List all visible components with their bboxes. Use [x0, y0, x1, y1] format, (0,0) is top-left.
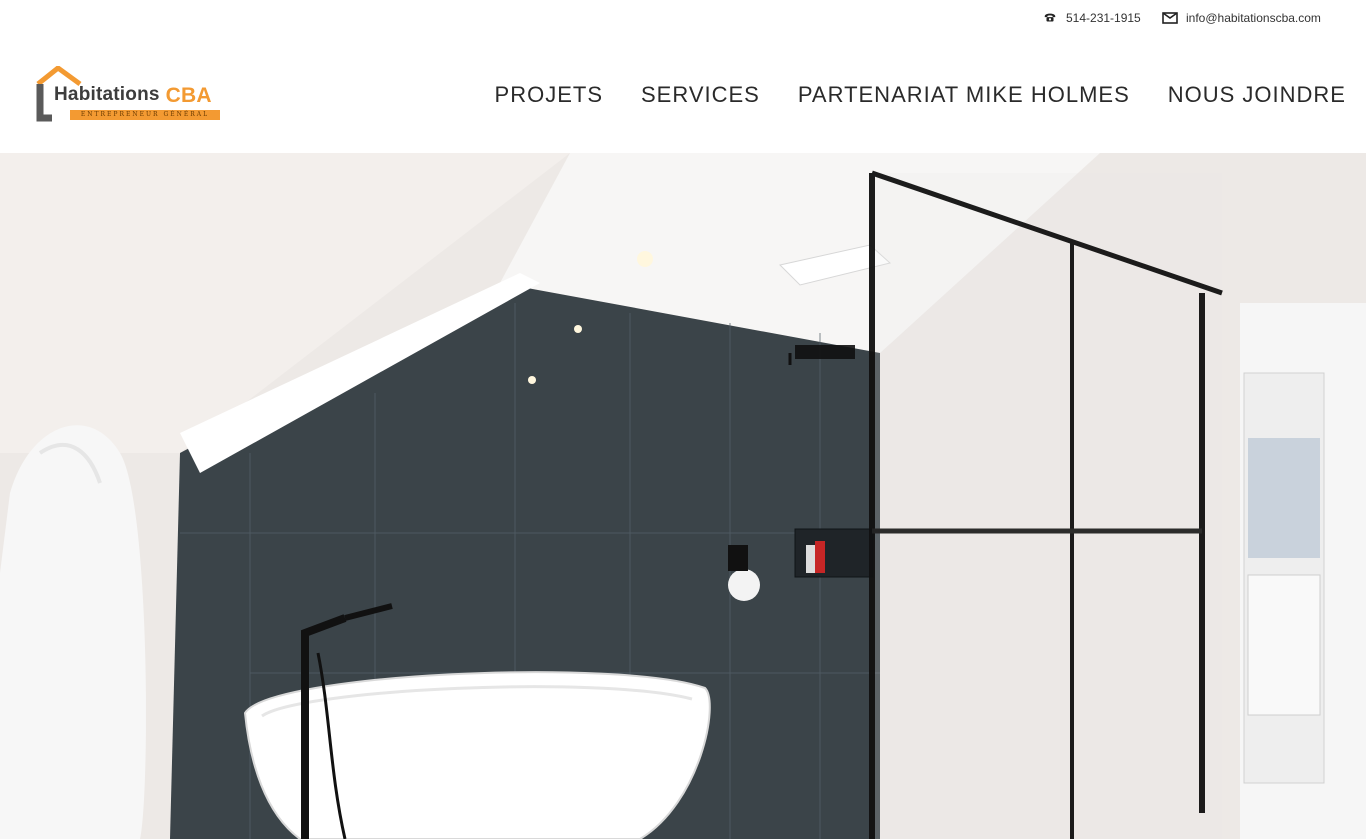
nav-projets[interactable]: PROJETS	[495, 82, 603, 108]
nav-partenariat-mike-holmes[interactable]: PARTENARIAT MIKE HOLMES	[798, 82, 1130, 108]
bathroom-illustration	[0, 153, 1366, 839]
nav-services[interactable]: SERVICES	[641, 82, 760, 108]
site-logo[interactable]: Habitations CBA ENTREPRENEUR GÉNÉRAL	[36, 64, 226, 126]
envelope-icon	[1162, 10, 1178, 26]
logo-brand: CBA	[165, 84, 212, 107]
email-address[interactable]: info@habitationscba.com	[1186, 11, 1321, 25]
main-navigation: PROJETS SERVICES PARTENARIAT MIKE HOLMES…	[495, 82, 1346, 108]
email-contact[interactable]: info@habitationscba.com	[1162, 10, 1321, 26]
hero-image	[0, 153, 1366, 839]
top-contact-bar: 514-231-1915 info@habitationscba.com	[0, 0, 1366, 36]
phone-number[interactable]: 514-231-1915	[1066, 11, 1141, 25]
phone-icon	[1042, 10, 1058, 26]
phone-contact[interactable]: 514-231-1915	[1042, 10, 1141, 26]
logo-wordmark: Habitations	[54, 84, 160, 105]
logo-tagline: ENTREPRENEUR GÉNÉRAL	[80, 111, 210, 118]
nav-nous-joindre[interactable]: NOUS JOINDRE	[1168, 82, 1346, 108]
